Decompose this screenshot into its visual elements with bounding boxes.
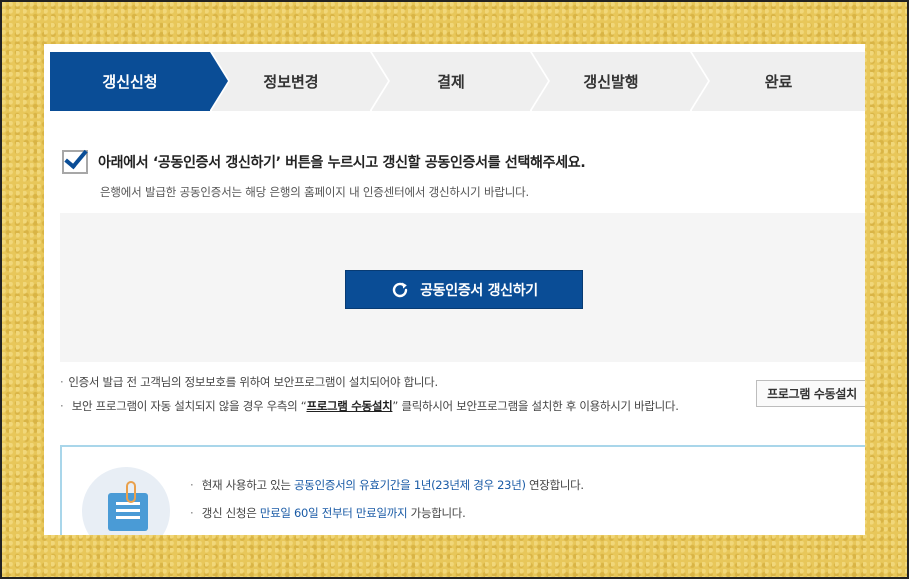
step-progress: 갱신신청 정보변경 결제 갱신발행 완료 [50, 52, 865, 111]
list-item: 인증서 발급 전 고객님의 정보보호를 위하여 보안프로그램이 설치되어야 합니… [60, 374, 679, 390]
renewal-panel: 갱신신청 정보변경 결제 갱신발행 완료 아래에서 ‘공동인증서 갱신하기’ 버… [44, 44, 865, 535]
step-label: 결제 [437, 73, 465, 91]
info-illustration [82, 467, 170, 535]
step-label: 갱신발행 [583, 73, 639, 91]
refresh-icon [392, 282, 408, 297]
security-notes: 인증서 발급 전 고객님의 정보보호를 위하여 보안프로그램이 설치되어야 합니… [60, 374, 679, 422]
step-label: 완료 [764, 73, 793, 91]
renew-certificate-button[interactable]: 공동인증서 갱신하기 [345, 270, 583, 309]
list-item: 현재 사용하고 있는 공동인증서의 유효기간을 1년(23년제 경우 23년) … [190, 477, 584, 493]
info-text: 현재 사용하고 있는 [201, 478, 295, 492]
info-text: 가능합니다. [407, 506, 466, 520]
info-box: 현재 사용하고 있는 공동인증서의 유효기간을 1년(23년제 경우 23년) … [60, 445, 865, 535]
notice-subtext: 은행에서 발급한 공동인증서는 해당 은행의 홈페이지 내 인증센터에서 갱신하… [100, 185, 529, 199]
info-highlight: 만료일 60일 전부터 만료일까지 [259, 506, 408, 520]
step-label: 갱신신청 [102, 73, 158, 91]
list-item: 보안 프로그램이 자동 설치되지 않을 경우 우측의 “프로그램 수동설치” 클… [60, 398, 679, 414]
info-list: 현재 사용하고 있는 공동인증서의 유효기간을 1년(23년제 경우 23년) … [190, 477, 584, 533]
note-text: 인증서 발급 전 고객님의 정보보호를 위하여 보안프로그램이 설치되어야 합니… [68, 375, 438, 389]
checkbox-check-icon [62, 150, 88, 174]
notice-title: 아래에서 ‘공동인증서 갱신하기’ 버튼을 누르시고 갱신할 공동인증서를 선택… [98, 155, 586, 171]
manual-install-button[interactable]: 프로그램 수동설치 [756, 380, 865, 407]
renew-button-label: 공동인증서 갱신하기 [420, 282, 538, 299]
info-text: 갱신 신청은 [201, 506, 260, 520]
note-text: 보안 프로그램이 자동 설치되지 않을 경우 우측의 “ [71, 399, 307, 413]
paperclip-icon [126, 481, 136, 503]
step-complete: 완료 [692, 52, 865, 111]
list-item: 갱신 신청은 만료일 60일 전부터 만료일까지 가능합니다. [190, 505, 584, 521]
note-text: ” 클릭하시어 보안프로그램을 설치한 후 이용하시기 바랍니다. [392, 399, 679, 413]
manual-install-link[interactable]: 프로그램 수동설치 [306, 399, 392, 413]
step-info-change: 정보변경 [212, 52, 390, 111]
notice-row: 아래에서 ‘공동인증서 갱신하기’ 버튼을 누르시고 갱신할 공동인증서를 선택… [62, 150, 586, 174]
step-renewal-request: 갱신신청 [50, 52, 230, 111]
step-payment: 결제 [372, 52, 550, 111]
step-renewal-issue: 갱신발행 [532, 52, 710, 111]
step-label: 정보변경 [263, 73, 319, 91]
info-text: 연장합니다. [525, 478, 584, 492]
renew-action-area: 공동인증서 갱신하기 [60, 213, 865, 362]
info-highlight: 공동인증서의 유효기간을 1년(23년제 경우 23년) [294, 478, 526, 492]
